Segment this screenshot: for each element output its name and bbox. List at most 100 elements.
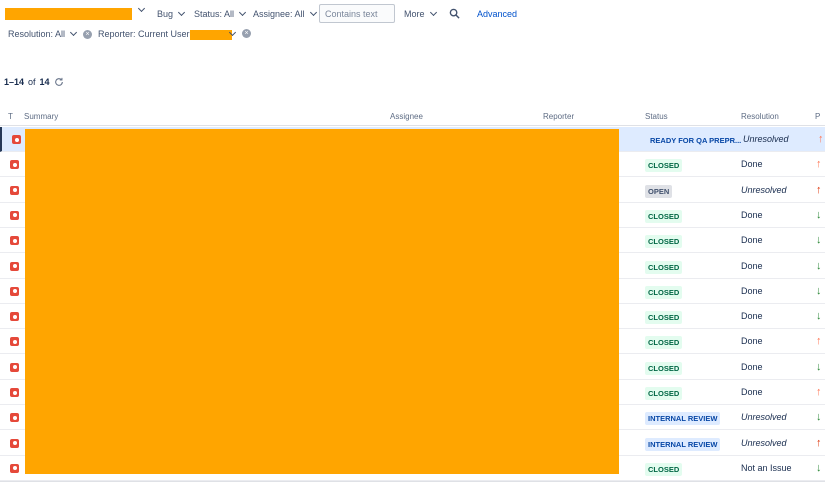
status-badge[interactable]: CLOSED [645, 361, 683, 375]
priority-up-arrow-icon: ↑ [818, 133, 824, 145]
bug-icon [10, 463, 19, 473]
bug-icon [10, 160, 19, 170]
resolution-value: Done [741, 209, 763, 220]
status-badge[interactable]: CLOSED [645, 260, 683, 274]
chevron-down-icon[interactable] [137, 4, 146, 13]
status-badge[interactable]: CLOSED [645, 462, 683, 476]
results-count: 1–14 of 14 [4, 77, 64, 87]
priority-down-arrow-icon: ↓ [816, 411, 822, 424]
priority-down-arrow-icon: ↓ [816, 234, 822, 247]
column-header-assignee[interactable]: Assignee [390, 112, 423, 121]
bug-icon [10, 413, 19, 423]
chevron-down-icon [429, 8, 437, 17]
bug-icon [10, 388, 19, 397]
chevron-down-icon [177, 8, 186, 17]
column-header-priority[interactable]: P [815, 112, 820, 121]
summary-columns-redacted [25, 129, 619, 474]
status-badge[interactable]: CLOSED [645, 159, 683, 173]
results-of: of [28, 77, 36, 87]
status-filter-label: Status: All [194, 9, 235, 19]
status-badge[interactable]: INTERNAL REVIEW [645, 412, 721, 426]
priority-up-arrow-icon: ↑ [816, 436, 822, 449]
priority-down-arrow-icon: ↓ [816, 208, 822, 221]
filter-bar: Bug Status: All Assignee: All Contains t… [0, 0, 825, 48]
resolution-value: Not an Issue [741, 462, 792, 473]
results-total: 14 [39, 77, 50, 87]
resolution-value: Done [741, 387, 763, 397]
column-header-type[interactable]: T [8, 112, 13, 121]
resolution-value: Done [741, 235, 763, 246]
more-filter-label: More [404, 9, 425, 19]
chevron-down-icon [70, 28, 78, 37]
bug-icon [12, 135, 21, 144]
reporter-filter-controls[interactable]: × [228, 28, 251, 38]
table-bottom-divider [0, 481, 825, 482]
resolution-value: Done [741, 311, 763, 322]
priority-down-arrow-icon: ↓ [816, 461, 822, 474]
priority-down-arrow-icon: ↓ [816, 360, 822, 373]
bug-icon [10, 438, 19, 448]
column-header-summary[interactable]: Summary [24, 112, 58, 121]
search-input[interactable]: Contains text [319, 4, 395, 23]
column-header-reporter[interactable]: Reporter [543, 112, 574, 121]
status-badge[interactable]: CLOSED [645, 235, 683, 249]
resolution-value: Unresolved [743, 134, 789, 144]
project-filter-redacted[interactable] [5, 8, 132, 20]
bug-icon [10, 337, 19, 347]
priority-up-arrow-icon: ↑ [816, 183, 822, 196]
priority-up-arrow-icon: ↑ [816, 386, 822, 398]
column-header-resolution[interactable]: Resolution [741, 112, 779, 121]
chevron-down-icon [228, 28, 237, 36]
status-badge[interactable]: CLOSED [645, 336, 683, 350]
resolution-value: Unresolved [741, 437, 787, 448]
resolution-filter-label: Resolution: All [8, 29, 66, 39]
status-badge[interactable]: READY FOR QA PREPR... [647, 134, 745, 147]
resolution-filter[interactable]: Resolution: All × [8, 28, 93, 39]
priority-down-arrow-icon: ↓ [816, 284, 822, 297]
project-chevron-wrap[interactable] [137, 4, 146, 13]
status-badge[interactable]: INTERNAL REVIEW [645, 437, 721, 451]
type-filter-label: Bug [157, 9, 174, 19]
reporter-filter-label: Reporter: Current User: [98, 29, 193, 39]
bug-icon [10, 362, 19, 372]
chevron-down-icon [238, 8, 247, 17]
resolution-value: Unresolved [741, 412, 787, 423]
bug-icon [10, 210, 19, 220]
status-badge[interactable]: CLOSED [645, 285, 683, 299]
resolution-value: Done [741, 260, 763, 271]
bug-icon [10, 286, 19, 296]
bug-icon [10, 312, 19, 322]
type-filter[interactable]: Bug [157, 8, 186, 19]
clear-icon[interactable]: × [83, 29, 93, 39]
more-filter[interactable]: More [404, 8, 437, 19]
clear-icon[interactable]: × [242, 29, 251, 38]
status-badge[interactable]: CLOSED [645, 387, 683, 400]
resolution-value: Done [741, 361, 763, 372]
chevron-down-icon [309, 8, 317, 17]
bug-icon [10, 236, 19, 246]
search-icon[interactable] [449, 8, 460, 19]
refresh-icon[interactable] [54, 77, 64, 87]
priority-down-arrow-icon: ↓ [816, 259, 822, 272]
status-filter[interactable]: Status: All [194, 8, 247, 19]
priority-up-arrow-icon: ↑ [816, 158, 822, 171]
resolution-value: Done [741, 336, 763, 347]
bug-icon [10, 185, 19, 195]
resolution-value: Unresolved [741, 184, 787, 195]
table-header: T Summary Assignee Reporter Status Resol… [0, 106, 825, 126]
assignee-filter[interactable]: Assignee: All [253, 8, 317, 19]
column-header-status[interactable]: Status [645, 112, 668, 121]
priority-up-arrow-icon: ↑ [816, 335, 822, 348]
advanced-search-link[interactable]: Advanced [477, 9, 517, 19]
resolution-value: Done [741, 285, 763, 296]
status-badge[interactable]: CLOSED [645, 209, 683, 223]
reporter-filter[interactable]: Reporter: Current User: [98, 29, 192, 39]
assignee-filter-label: Assignee: All [253, 9, 305, 19]
reporter-name-redacted [190, 30, 232, 40]
status-badge[interactable]: CLOSED [645, 311, 683, 325]
results-range: 1–14 [4, 77, 25, 87]
bug-icon [10, 261, 19, 271]
priority-down-arrow-icon: ↓ [816, 310, 822, 323]
status-badge[interactable]: OPEN [645, 184, 673, 198]
resolution-value: Done [741, 159, 763, 170]
